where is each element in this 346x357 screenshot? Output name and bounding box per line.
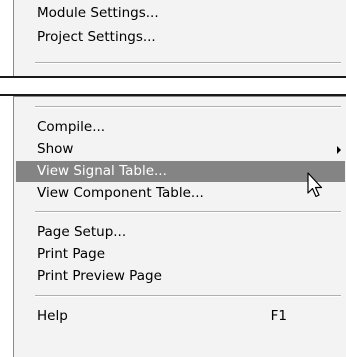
image-tear-line [0,76,346,78]
menu-item-shortcut: F1 [270,308,287,324]
context-menu-bottom-fragment: Compile... Show View Signal Table... Vie… [13,96,346,357]
menu-item-help[interactable]: Help F1 [16,306,345,327]
menu-item-view-component-table[interactable]: View Component Table... [16,183,345,204]
menu-item-label: View Component Table... [37,185,204,201]
menu-separator [35,295,341,297]
context-menu-top-fragment: Module Settings... Project Settings... [13,0,346,78]
menu-item-show[interactable]: Show [16,139,345,160]
menu-item-label: Print Page [37,246,106,262]
chevron-right-icon [337,146,341,154]
menu-item-label: Help [37,308,68,324]
menu-item-view-signal-table[interactable]: View Signal Table... [16,161,345,182]
menu-item-project-settings[interactable]: Project Settings... [16,27,345,48]
menu-item-label: Project Settings... [37,29,156,45]
menu-item-module-settings[interactable]: Module Settings... [16,3,345,24]
menu-separator [35,211,341,213]
menu-separator [35,106,341,108]
menu-separator [35,62,341,64]
menu-item-label: Print Preview Page [37,268,162,284]
menu-item-label: View Signal Table... [37,163,167,179]
menu-item-print-page[interactable]: Print Page [16,244,345,265]
menu-item-print-preview-page[interactable]: Print Preview Page [16,266,345,287]
menu-item-label: Compile... [37,119,106,135]
menu-item-label: Show [37,141,74,157]
mouse-cursor-icon [307,172,323,198]
menu-item-page-setup[interactable]: Page Setup... [16,222,345,243]
cut-off-menu-item [37,70,337,75]
menu-item-compile[interactable]: Compile... [16,117,345,138]
menu-item-label: Page Setup... [37,224,127,240]
menu-item-label: Module Settings... [37,5,159,21]
